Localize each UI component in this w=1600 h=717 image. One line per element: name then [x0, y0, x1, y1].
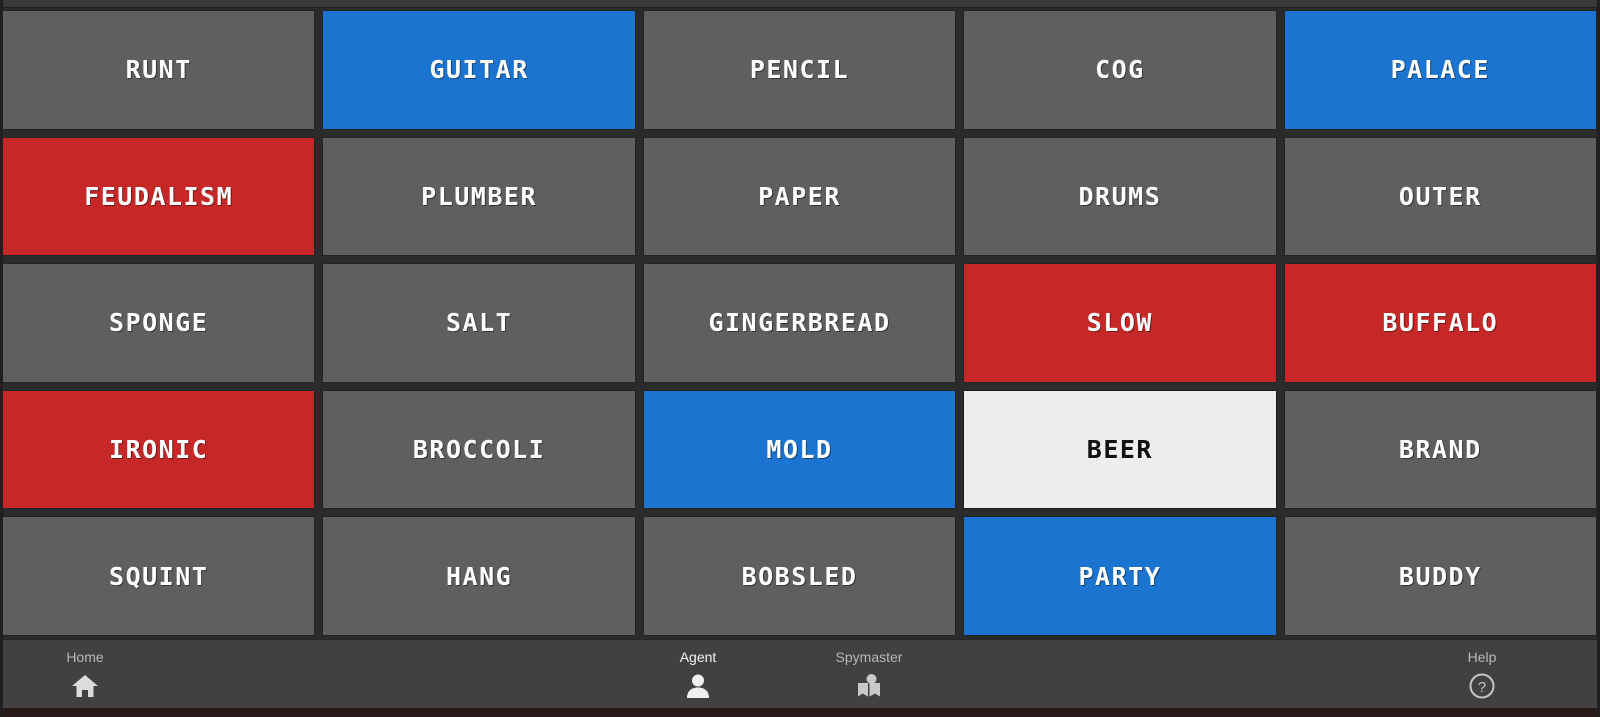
board-card[interactable]: PALACE	[1283, 10, 1597, 130]
board-card[interactable]: MOLD	[642, 389, 957, 510]
bottom-accent-strip	[0, 708, 1600, 717]
board-card-word: BOBSLED	[741, 561, 858, 591]
board-card-word: PARTY	[1078, 561, 1162, 591]
board-card[interactable]: DRUMS	[963, 136, 1277, 257]
board-card[interactable]: BUDDY	[1283, 516, 1597, 636]
board-card-word: SQUINT	[109, 561, 209, 591]
codenames-app: RUNT GUITAR PENCIL COG PALACE FEUDALISM PLUMBE…	[0, 0, 1600, 717]
board-card-word: BRAND	[1398, 435, 1482, 465]
board-card-word: SLOW	[1086, 308, 1153, 338]
top-edge	[0, 0, 1600, 8]
board-card[interactable]: BUFFALO	[1283, 263, 1597, 383]
board-card[interactable]: IRONIC	[2, 389, 316, 510]
board-card-word: BEER	[1086, 435, 1153, 465]
person-icon	[683, 671, 713, 701]
board-card-word: GUITAR	[429, 55, 529, 85]
board-card-word: BUFFALO	[1382, 308, 1499, 338]
board-card[interactable]: RUNT	[2, 10, 316, 130]
board-card[interactable]: PLUMBER	[322, 136, 636, 257]
board-card[interactable]: HANG	[322, 516, 636, 636]
board-card-word: RUNT	[125, 55, 192, 85]
board-card[interactable]: GUITAR	[322, 10, 636, 130]
board-card-word: IRONIC	[109, 435, 209, 465]
board-card-word: HANG	[445, 561, 513, 591]
board-card-word: GINGERBREAD	[708, 308, 891, 338]
board-card[interactable]: SLOW	[963, 263, 1277, 383]
toolbar-item-home[interactable]: Home	[25, 648, 145, 701]
board-card-word: COG	[1095, 55, 1145, 85]
toolbar-label-spymaster: Spymaster	[835, 649, 903, 665]
board-card-word: PENCIL	[749, 55, 850, 85]
board-card[interactable]: BEER	[963, 389, 1277, 510]
board-card[interactable]: BOBSLED	[642, 516, 957, 636]
board-card[interactable]: PENCIL	[642, 10, 957, 130]
board-card[interactable]: SALT	[322, 263, 636, 383]
toolbar-label-help: Help	[1467, 649, 1497, 665]
board-card-word: OUTER	[1398, 181, 1482, 211]
board-card[interactable]: BROCCOLI	[322, 389, 636, 510]
board-card[interactable]: SQUINT	[2, 516, 316, 636]
board-card[interactable]: OUTER	[1283, 136, 1597, 257]
board-card-word: MOLD	[766, 435, 833, 465]
toolbar-item-spymaster[interactable]: Spymaster	[809, 648, 929, 701]
board-card-word: SPONGE	[109, 308, 209, 338]
board-card-word: PALACE	[1390, 55, 1490, 85]
board-card-word: FEUDALISM	[84, 181, 234, 211]
board-card-word: SALT	[445, 308, 513, 338]
page-edge-left	[0, 0, 3, 717]
toolbar-item-help[interactable]: Help ?	[1422, 648, 1542, 701]
board-card-word: PLUMBER	[421, 181, 538, 211]
bottom-toolbar: Home Agent Spymaster Help ?	[0, 639, 1600, 717]
spymaster-icon	[854, 671, 884, 701]
toolbar-label-agent: Agent	[679, 649, 717, 665]
toolbar-label-home: Home	[66, 649, 104, 665]
toolbar-item-agent[interactable]: Agent	[638, 648, 758, 701]
board-card[interactable]: PAPER	[642, 136, 957, 257]
board-card[interactable]: FEUDALISM	[2, 136, 316, 257]
svg-text:?: ?	[1478, 679, 1486, 696]
board-card-word: PAPER	[758, 181, 841, 211]
home-icon	[70, 671, 100, 701]
board-container: RUNT GUITAR PENCIL COG PALACE FEUDALISM PLUMBE…	[0, 8, 1600, 639]
board-card-word: DRUMS	[1078, 181, 1162, 211]
board-card-word: BUDDY	[1398, 561, 1482, 591]
board-card[interactable]: BRAND	[1283, 389, 1597, 510]
codenames-board: RUNT GUITAR PENCIL COG PALACE FEUDALISM PLUMBE…	[0, 8, 1600, 639]
board-card[interactable]: SPONGE	[2, 263, 316, 383]
board-card[interactable]: COG	[963, 10, 1277, 130]
board-card[interactable]: PARTY	[963, 516, 1277, 636]
board-card-word: BROCCOLI	[412, 435, 546, 465]
board-card[interactable]: GINGERBREAD	[642, 263, 957, 383]
help-icon: ?	[1467, 671, 1497, 701]
